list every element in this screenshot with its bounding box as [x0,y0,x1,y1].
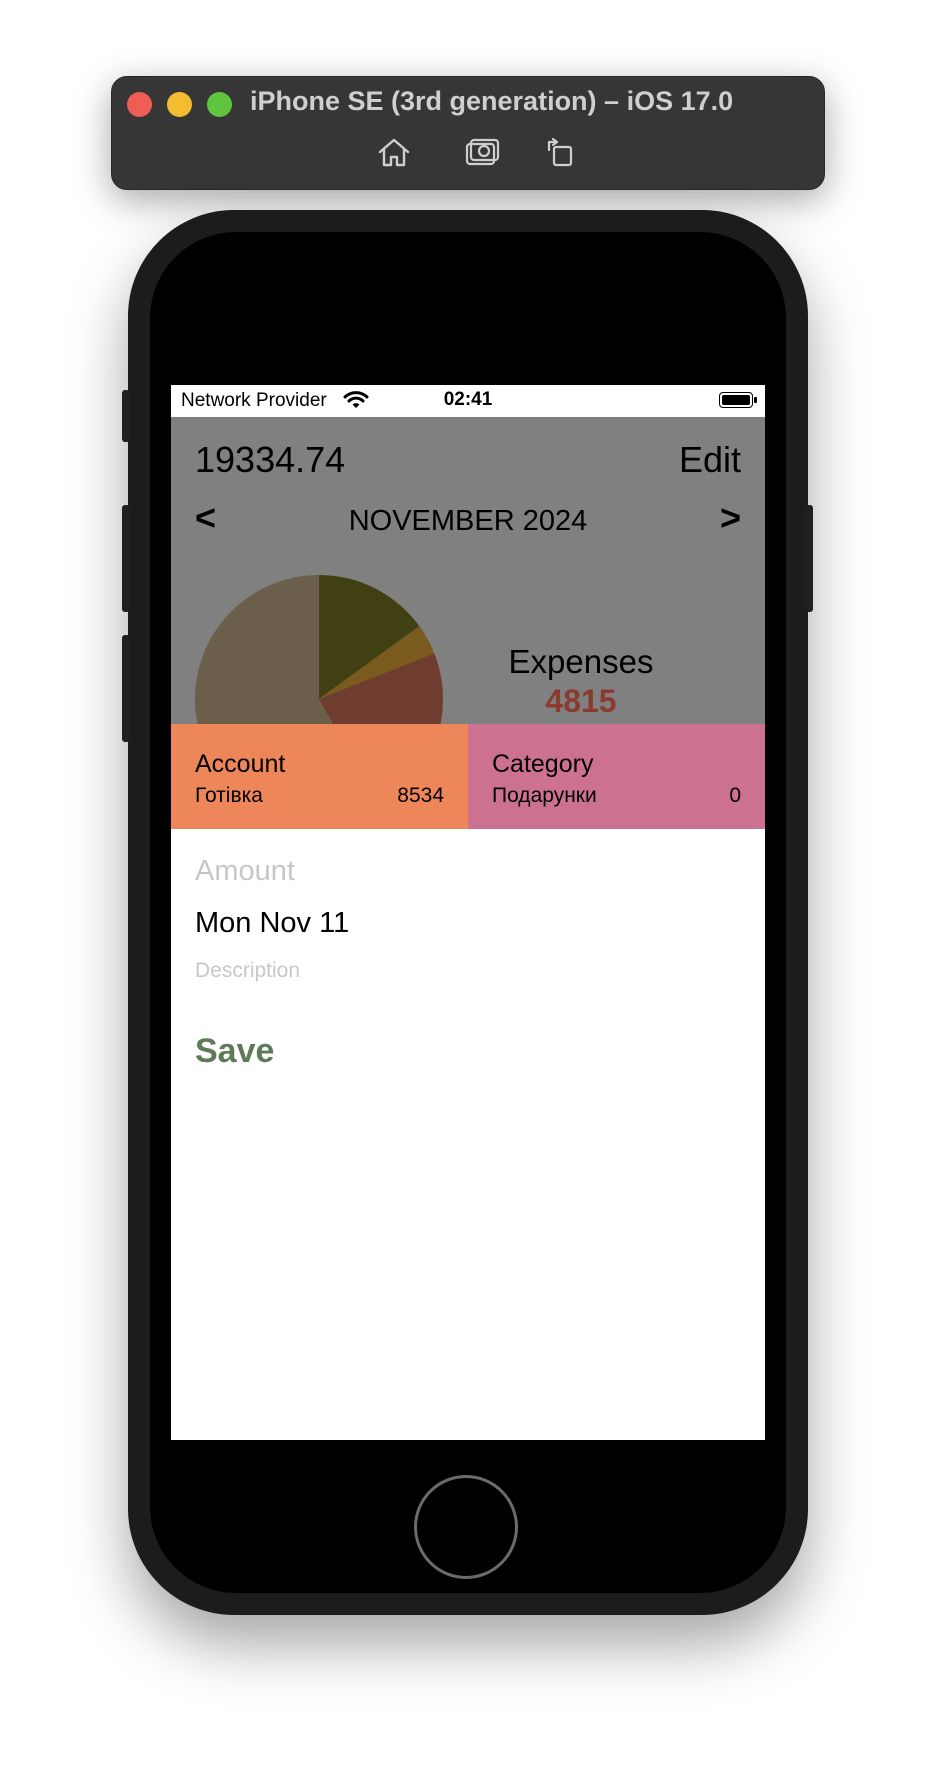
volume-down-button [122,635,130,742]
expenses-total: 4815 [545,683,617,719]
description-input[interactable]: Description [195,959,300,983]
next-month-button[interactable]: > [720,497,741,539]
rotate-icon[interactable] [543,136,579,168]
power-button [805,505,813,612]
summary-header: 19334.74 Edit < NOVEMBER 2024 > Expenses… [171,417,765,724]
status-time: 02:41 [443,389,493,410]
category-amount: 0 [729,784,741,807]
amount-input[interactable]: Amount [195,855,295,888]
category-name: Подарунки [492,784,597,807]
home-icon[interactable] [376,136,412,168]
status-bar: Network Provider 02:41 [171,385,765,417]
home-button[interactable] [414,1475,518,1579]
account-selector[interactable]: Account Готівка 8534 [171,724,468,829]
save-button[interactable]: Save [195,1032,274,1071]
wifi-icon [343,390,369,410]
edit-button[interactable]: Edit [679,439,741,481]
volume-up-button [122,505,130,612]
account-title: Account [195,750,286,778]
app-screen: Network Provider 02:41 19334.74 Edit < N… [171,385,765,1440]
close-window-button[interactable] [127,92,152,117]
minimize-window-button[interactable] [167,92,192,117]
account-name: Готівка [195,784,263,807]
expenses-pie-chart[interactable] [195,575,443,724]
month-label: NOVEMBER 2024 [348,505,588,537]
simulator-title: iPhone SE (3rd generation) – iOS 17.0 [250,86,734,116]
zoom-window-button[interactable] [207,92,232,117]
category-title: Category [492,750,594,778]
battery-icon [719,392,753,408]
expenses-label: Expenses [508,643,654,680]
mute-switch [122,390,130,442]
battery-tip [754,397,757,403]
screenshot-icon[interactable] [464,136,500,168]
date-picker[interactable]: Mon Nov 11 [195,907,349,940]
account-amount: 8534 [397,784,444,807]
total-balance: 19334.74 [195,439,346,480]
carrier-name: Network Provider [181,390,327,411]
category-selector[interactable]: Category Подарунки 0 [468,724,765,829]
